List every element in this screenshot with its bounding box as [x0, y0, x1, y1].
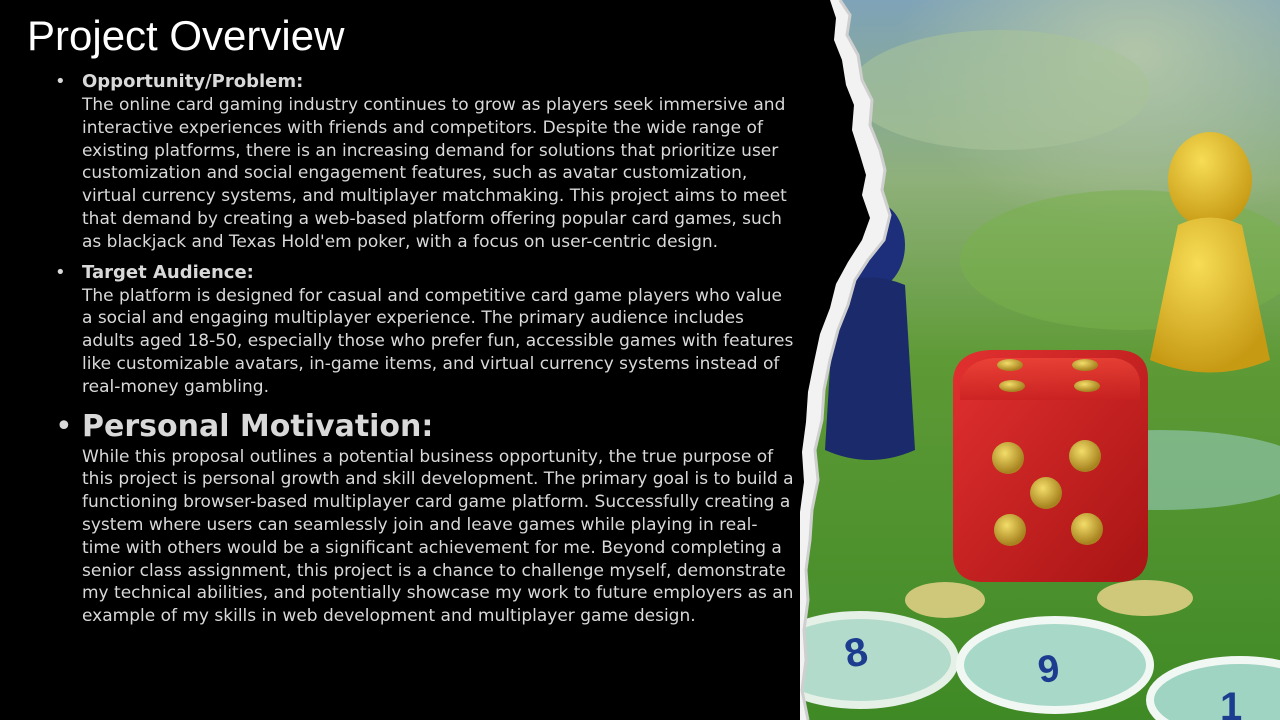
bullet-list: • Opportunity/Problem: The online card g…: [55, 70, 795, 628]
bullet-heading: Target Audience:: [82, 261, 254, 283]
red-die: [952, 350, 1148, 582]
die-pip: [999, 380, 1025, 392]
background-blur: [850, 30, 1150, 150]
bullet-text: While this proposal outlines a potential…: [82, 446, 794, 627]
die-pip: [1069, 440, 1101, 472]
bullet-marker: •: [55, 71, 66, 92]
board-number-1: 1: [1220, 685, 1242, 720]
bullet-heading: Opportunity/Problem:: [82, 71, 304, 92]
slide: Project Overview • Opportunity/Problem: …: [0, 0, 1280, 720]
die-pip: [1030, 477, 1062, 509]
die-pip: [1074, 380, 1100, 392]
die-pip: [1071, 513, 1103, 545]
bullet-heading: Personal Motivation:: [82, 408, 434, 444]
bullet-text: The platform is designed for casual and …: [82, 285, 794, 397]
die-pip: [992, 442, 1024, 474]
bullet-opportunity: • Opportunity/Problem: The online card g…: [55, 70, 795, 254]
bullet-marker: •: [55, 261, 66, 283]
board-game-illustration: 8 9 1: [800, 0, 1280, 720]
slide-title: Project Overview: [27, 12, 345, 59]
bullet-marker: •: [55, 408, 73, 444]
die-pip: [997, 359, 1023, 371]
board-game-photo: 8 9 1: [800, 0, 1280, 720]
die-pip: [1072, 359, 1098, 371]
die-pip: [994, 514, 1026, 546]
bullet-target-audience: • Target Audience: The platform is desig…: [55, 261, 795, 399]
bullet-text: The online card gaming industry continue…: [82, 95, 787, 252]
bullet-personal-motivation: • Personal Motivation: While this propos…: [55, 408, 795, 628]
